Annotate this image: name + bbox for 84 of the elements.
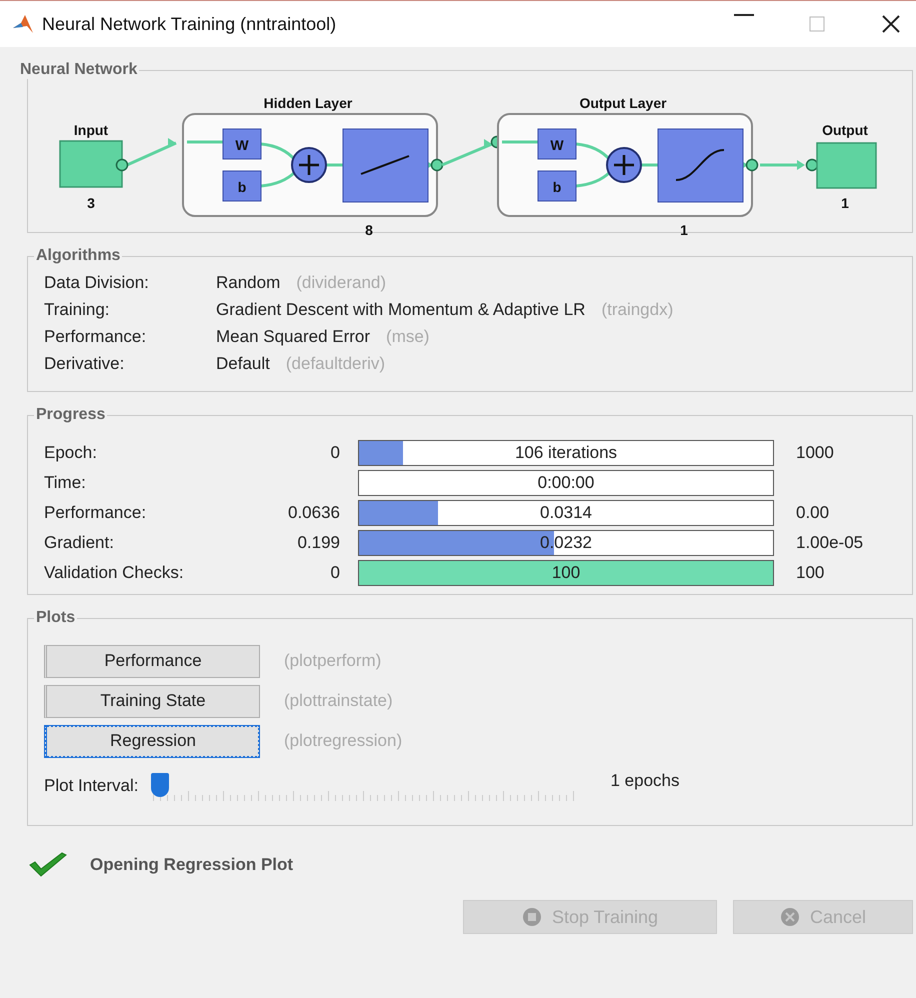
field-label: Training: — [44, 300, 111, 320]
connector-line — [760, 160, 805, 170]
sum-icon — [606, 147, 642, 183]
bias-label: b — [552, 179, 562, 195]
bias-label: b — [238, 179, 246, 195]
connector-line — [126, 138, 177, 166]
progress-value: 106 iterations — [514, 443, 618, 463]
end-value: 100 — [796, 563, 824, 583]
layer-size: 1 — [680, 222, 688, 238]
function-name: (plottrainstate) — [284, 691, 393, 711]
field-label: Derivative: — [44, 354, 126, 374]
start-value: 0.0636 — [287, 503, 340, 523]
connector-line — [641, 164, 658, 166]
peak-logo-icon — [12, 14, 34, 34]
progress-label: Time: — [44, 473, 87, 493]
minimize-icon — [734, 14, 754, 16]
panel-title: Plots — [35, 609, 76, 627]
connector-line — [260, 142, 296, 162]
input-block — [59, 140, 123, 188]
slider-thumb[interactable] — [150, 773, 168, 797]
progress-value: 100 — [552, 563, 580, 583]
function-name: (dividerand) — [296, 273, 386, 293]
plot-button[interactable]: Training State — [44, 684, 260, 718]
weight-label: W — [550, 137, 564, 153]
panel-title: Progress — [35, 406, 106, 424]
cancel-icon — [780, 907, 800, 927]
progress-label: Validation Checks: — [44, 563, 185, 583]
stop-icon — [522, 907, 542, 927]
field-label: Performance: — [44, 327, 148, 347]
progress-label: Performance: — [44, 503, 148, 523]
end-value: 1000 — [796, 443, 834, 463]
progress-label: Gradient: — [44, 533, 115, 553]
layer-title: Hidden Layer — [264, 95, 352, 111]
layer-title: Output Layer — [579, 95, 667, 111]
progress-value: 0:00:00 — [538, 473, 594, 493]
end-value: 1.00e-05 — [796, 533, 864, 553]
weight-block — [538, 128, 576, 160]
start-value: 0.199 — [296, 533, 340, 553]
panel-title: Algorithms — [35, 247, 122, 265]
field-value: Random — [216, 273, 280, 293]
field-label: Data Division: — [44, 273, 150, 293]
input-label: Input — [74, 122, 108, 138]
status-message: Opening Regression Plot — [90, 855, 294, 875]
output-size: 1 — [841, 195, 849, 211]
end-value: 0.00 — [796, 503, 830, 523]
connector-line — [326, 164, 343, 166]
layer-size: 8 — [365, 222, 373, 238]
checkmark-icon — [28, 852, 68, 878]
output-label: Output — [822, 122, 868, 138]
connector-line — [260, 170, 296, 188]
connector-line — [576, 142, 612, 162]
input-size: 3 — [87, 195, 95, 211]
transfer-function-icon — [658, 128, 744, 202]
progress-value: 0.0314 — [540, 503, 592, 523]
plot-button[interactable]: Performance — [44, 644, 260, 678]
connection-node — [116, 158, 128, 172]
function-name: (traingdx) — [601, 300, 674, 320]
window-title: Neural Network Training (nntraintool) — [42, 14, 336, 34]
function-name: (plotregression) — [284, 731, 402, 751]
function-name: (defaultderiv) — [286, 354, 386, 374]
plot-button[interactable]: Regression — [44, 724, 260, 758]
weight-label: W — [235, 137, 249, 153]
output-block — [816, 142, 877, 189]
field-value: Default — [216, 354, 270, 374]
connector-line — [576, 170, 612, 188]
slider-label: Plot Interval: — [44, 776, 138, 796]
start-value: 0 — [330, 563, 340, 583]
progress-label: Epoch: — [44, 443, 98, 463]
close-icon — [880, 14, 902, 34]
weight-block — [222, 128, 262, 160]
function-name: (plotperform) — [284, 651, 382, 671]
function-name: (mse) — [386, 327, 430, 347]
sum-icon — [291, 147, 327, 183]
connector-line — [502, 140, 538, 144]
slider-reading: 1 epochs — [610, 771, 680, 791]
bias-block — [538, 170, 576, 202]
field-value: Mean Squared Error — [216, 327, 370, 347]
transfer-function-icon — [342, 128, 428, 202]
connector-line — [441, 139, 493, 166]
connector-line — [187, 140, 223, 144]
start-value: 0 — [330, 443, 340, 463]
bias-block — [222, 170, 262, 202]
field-value: Gradient Descent with Momentum & Adaptive LR — [216, 300, 586, 320]
panel-title: Neural Network — [19, 61, 138, 79]
